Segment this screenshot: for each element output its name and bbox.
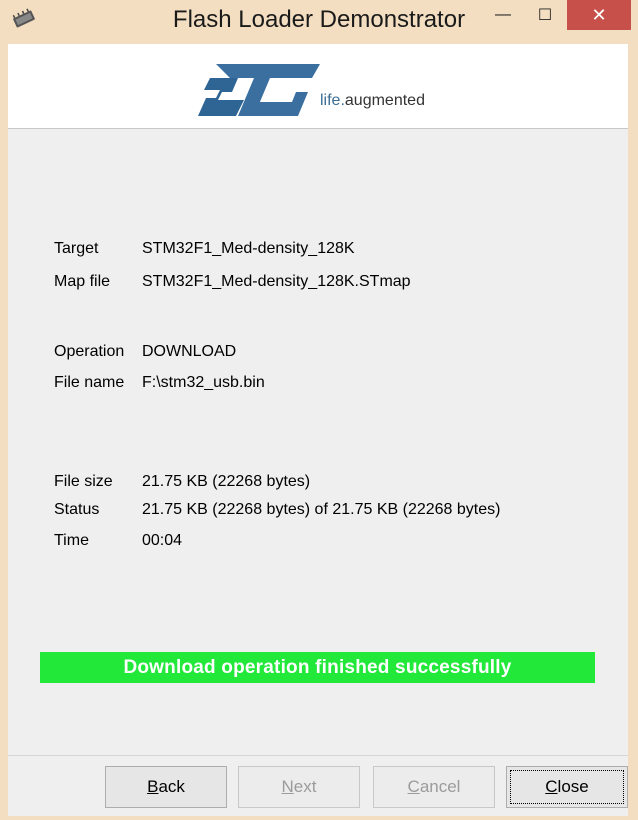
result-panel: Target STM32F1_Med-density_128K Map file…	[8, 129, 628, 755]
cancel-mnemonic: C	[407, 777, 420, 796]
file-name-label: File name	[54, 374, 125, 391]
header-banner: life.augmented	[8, 44, 628, 129]
close-label: lose	[557, 777, 589, 796]
map-file-value: STM32F1_Med-density_128K.STmap	[142, 273, 411, 290]
time-label: Time	[54, 532, 89, 549]
tagline-suffix: augmented	[344, 92, 425, 109]
cancel-label: ancel	[419, 777, 461, 796]
next-mnemonic: N	[281, 777, 294, 796]
maximize-icon: ☐	[537, 7, 553, 24]
file-size-value: 21.75 KB (22268 bytes)	[142, 473, 311, 490]
wizard-button-bar: Back Next Cancel Close	[8, 755, 628, 816]
title-bar[interactable]: Flash Loader Demonstrator — ☐ ✕	[0, 0, 638, 44]
target-value: STM32F1_Med-density_128K	[142, 240, 355, 257]
close-window-button[interactable]: ✕	[567, 0, 631, 30]
close-button[interactable]: Close	[506, 766, 628, 808]
success-progress-bar: Download operation finished successfully	[40, 652, 595, 683]
minimize-icon: —	[495, 6, 511, 23]
next-button[interactable]: Next	[238, 766, 360, 808]
cancel-button[interactable]: Cancel	[373, 766, 495, 808]
back-mnemonic: B	[147, 777, 159, 796]
maximize-button[interactable]: ☐	[522, 0, 568, 30]
operation-value: DOWNLOAD	[142, 343, 237, 360]
window-title: Flash Loader Demonstrator	[172, 6, 466, 33]
next-label: ext	[293, 777, 317, 796]
back-button[interactable]: Back	[105, 766, 227, 808]
success-message: Download operation finished successfully	[123, 656, 512, 678]
flash-loader-window: Flash Loader Demonstrator — ☐ ✕ life.aug…	[0, 0, 638, 820]
operation-label: Operation	[54, 343, 125, 360]
status-value: 21.75 KB (22268 bytes) of 21.75 KB (2226…	[142, 501, 501, 518]
file-size-label: File size	[54, 473, 113, 490]
st-logo-icon	[198, 64, 320, 116]
target-label: Target	[54, 240, 99, 257]
status-label: Status	[54, 501, 100, 518]
close-icon: ✕	[591, 4, 607, 25]
map-file-label: Map file	[54, 273, 111, 290]
tagline-prefix: life.	[320, 92, 345, 109]
tagline: life.augmented	[320, 92, 425, 110]
back-label: ack	[158, 777, 185, 796]
file-name-value: F:\stm32_usb.bin	[142, 374, 265, 391]
time-value: 00:04	[142, 532, 183, 549]
close-mnemonic: C	[545, 777, 558, 796]
minimize-button[interactable]: —	[480, 0, 526, 30]
